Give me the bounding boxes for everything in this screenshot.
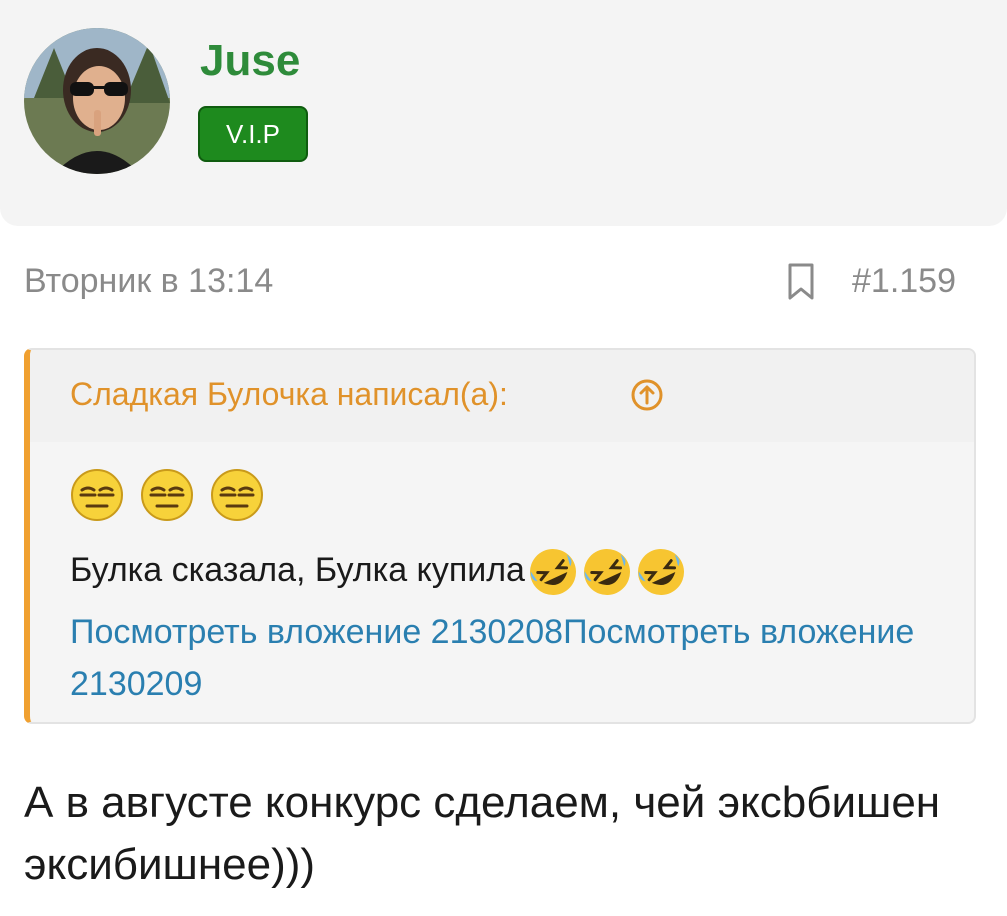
quote-header: Сладкая Булочка написал(а): bbox=[30, 350, 974, 442]
user-title-badge: V.I.P bbox=[198, 106, 308, 162]
rofl-icon bbox=[529, 549, 576, 595]
post-body-text: А в августе конкурс сделаем, чей эксbбиш… bbox=[24, 778, 941, 889]
quote-text: Булка сказала, Булка купила bbox=[70, 550, 525, 589]
bookmark-icon[interactable] bbox=[786, 262, 816, 302]
arrow-up-circle-icon[interactable] bbox=[630, 378, 664, 412]
attachment-links: Посмотреть вложение 2130208Посмотреть вл… bbox=[70, 606, 930, 710]
quote-text-line: Булка сказала, Булка купила bbox=[70, 546, 687, 598]
post-number[interactable]: #1.159 bbox=[852, 262, 956, 301]
author-name[interactable]: Juse bbox=[200, 36, 300, 86]
smile-relieved-icon bbox=[140, 468, 194, 522]
smiles-row bbox=[70, 468, 280, 522]
rofl-icon bbox=[583, 549, 630, 595]
smile-relieved-icon bbox=[70, 468, 124, 522]
quote-block: Сладкая Булочка написал(а): Булка сказал… bbox=[24, 348, 976, 724]
post-date[interactable]: Вторник в 13:14 bbox=[24, 262, 273, 301]
smile-relieved-icon bbox=[210, 468, 264, 522]
author-card: Juse V.I.P bbox=[0, 0, 1007, 226]
rofl-icon bbox=[637, 549, 684, 595]
avatar[interactable] bbox=[24, 28, 170, 174]
quote-author[interactable]: Сладкая Булочка написал(а): bbox=[70, 376, 508, 413]
attachment-link-1[interactable]: Посмотреть вложение 2130208 bbox=[70, 613, 563, 651]
